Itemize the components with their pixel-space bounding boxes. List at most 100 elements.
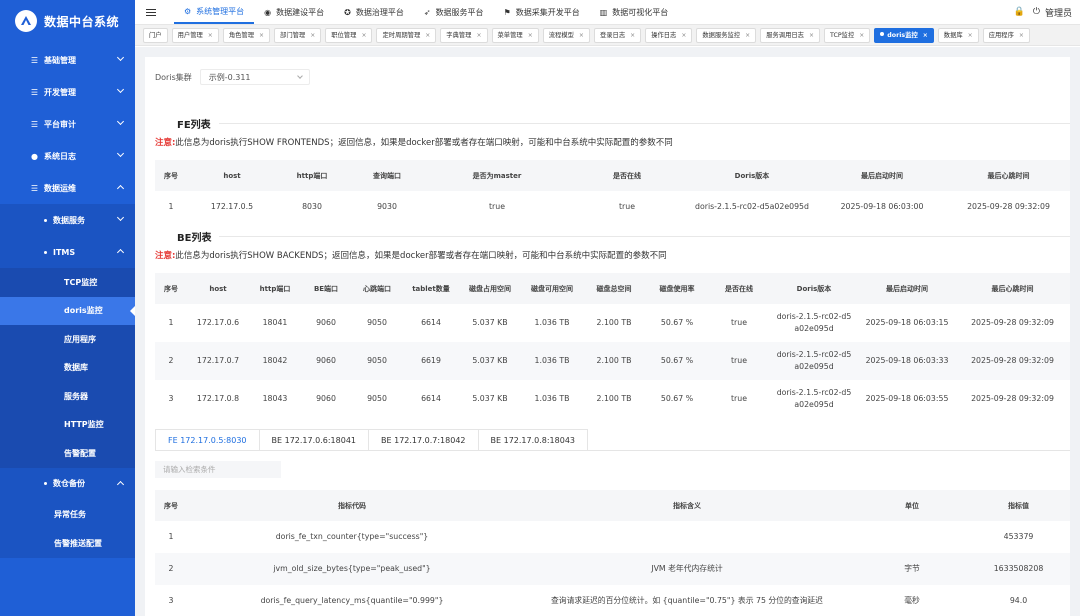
close-icon[interactable]: × xyxy=(476,32,481,39)
sidebar-item-label: 告警配置 xyxy=(64,448,96,458)
cluster-select[interactable]: 示例-0.311 xyxy=(199,69,310,85)
chart-icon: ▥ xyxy=(599,7,608,17)
node-tab[interactable]: FE 172.17.0.5:8030 xyxy=(155,429,260,451)
tag-item[interactable]: 部门管理 × xyxy=(274,28,322,43)
tag-item[interactable]: 服务调用日志 × xyxy=(760,28,820,43)
sidebar-item-label: 系统日志 xyxy=(44,151,76,161)
sidebar-item-database[interactable]: 数据库 xyxy=(0,353,135,382)
database-icon: ◉ xyxy=(264,7,272,17)
sidebar-item-data-service[interactable]: 数据服务 xyxy=(0,204,135,236)
sidebar-item-syslog[interactable]: ● 系统日志 xyxy=(0,140,135,172)
list-icon: ☰ xyxy=(30,87,39,97)
close-icon[interactable]: × xyxy=(208,32,213,39)
sidebar-item-doris-monitor[interactable]: doris监控 xyxy=(0,296,135,325)
close-icon[interactable]: × xyxy=(859,32,864,39)
tag-item[interactable]: 数据库 × xyxy=(937,28,979,43)
sidebar-item-alert-push[interactable]: 告警推送配置 xyxy=(0,528,135,558)
column-header: host xyxy=(187,273,249,304)
tag-item[interactable]: 字典管理 × xyxy=(440,28,488,43)
table-cell: 1.036 TB xyxy=(534,318,570,327)
column-header: 磁盘可用空间 xyxy=(521,273,583,304)
tag-item[interactable]: 菜单管理 × xyxy=(491,28,539,43)
user-name[interactable]: 管理员 xyxy=(1045,6,1072,19)
table-row: 1 172.17.0.5 8030 9030 true true doris-2.1.5-r… xyxy=(155,191,1070,222)
sidebar-item-itms[interactable]: ITMS xyxy=(0,236,135,268)
cluster-filter: Doris集群 示例-0.311 xyxy=(155,69,310,85)
close-icon[interactable]: × xyxy=(968,32,973,39)
sidebar-item-backup[interactable]: 数仓备份 xyxy=(0,467,135,500)
search-input[interactable] xyxy=(155,461,281,478)
tab-system-platform[interactable]: ⚙ 系统管理平台 xyxy=(174,0,255,24)
tag-item[interactable]: 用户管理 × xyxy=(171,28,219,43)
tag-item[interactable]: 应用程序 × xyxy=(982,28,1030,43)
sidebar-item-server[interactable]: 服务器 xyxy=(0,382,135,411)
node-tabs: FE 172.17.0.5:8030 BE 172.17.0.6:18041 BE … xyxy=(155,429,589,451)
close-icon[interactable]: × xyxy=(425,32,430,39)
tag-item[interactable]: 职位管理 × xyxy=(325,28,373,43)
sidebar-item-label: 数据服务 xyxy=(53,215,85,225)
sidebar-item-http-monitor[interactable]: HTTP监控 xyxy=(0,410,135,439)
table-cell: 2.100 TB xyxy=(596,318,632,327)
tag-item[interactable]: TCP监控 × xyxy=(824,28,871,43)
be-section-header: BE列表 xyxy=(155,229,1070,244)
close-icon[interactable]: × xyxy=(310,32,315,39)
lock-icon[interactable]: 🔒 xyxy=(1014,7,1025,17)
close-icon[interactable]: × xyxy=(745,32,750,39)
column-header: 最后启动时间 xyxy=(859,273,955,304)
tag-item[interactable]: 登录日志 × xyxy=(593,28,642,43)
close-icon[interactable]: × xyxy=(361,32,366,39)
sidebar-item-applications[interactable]: 应用程序 xyxy=(0,325,135,354)
tag-item[interactable]: 角色管理 × xyxy=(222,28,271,43)
close-icon[interactable]: × xyxy=(923,32,928,39)
table-header-row: 序号 host http端口 BE端口 心跳端口 tablet数量 磁盘占用空间 磁盘可用空间… xyxy=(155,273,1070,304)
close-icon[interactable]: × xyxy=(630,32,635,39)
info-icon: ● xyxy=(31,151,38,161)
tag-item[interactable]: 流程模型 × xyxy=(542,28,590,43)
tag-item[interactable]: 数据服务监控 × xyxy=(696,28,757,43)
table-cell: 18043 xyxy=(262,394,288,403)
column-header: Doris版本 xyxy=(769,273,859,304)
node-tab[interactable]: BE 172.17.0.6:18041 xyxy=(259,429,370,451)
column-header: 指标含义 xyxy=(517,490,857,521)
tag-item[interactable]: 门户 xyxy=(143,28,168,43)
node-tab[interactable]: BE 172.17.0.8:18043 xyxy=(478,429,589,451)
close-icon[interactable]: × xyxy=(259,32,264,39)
active-dot-icon xyxy=(880,32,885,36)
tags-view: 门户 用户管理 × 角色管理 × 部门管理 × 职位管理 × 定时周期管理 × 字典管理 × 菜单管理 × 流… xyxy=(135,24,1080,46)
sidebar-item-basic[interactable]: ☰ 基础管理 xyxy=(0,44,135,76)
tab-build-platform[interactable]: ◉ 数据建设平台 xyxy=(254,0,334,24)
metrics-table: 序号 指标代码 指标含义 单位 指标值 1 doris_fe_txn_counter{typ… xyxy=(155,490,1070,616)
close-icon[interactable]: × xyxy=(579,32,584,39)
sidebar-item-abnormal-tasks[interactable]: 异常任务 xyxy=(0,499,135,529)
tab-collect-platform[interactable]: ⚑ 数据采集开发平台 xyxy=(494,0,590,24)
sidebar-item-tcp-monitor[interactable]: TCP监控 xyxy=(0,268,135,297)
app-title: 数据中台系统 xyxy=(44,14,120,29)
tag-item[interactable]: 定时周期管理 × xyxy=(376,28,437,43)
close-icon[interactable]: × xyxy=(1019,32,1024,39)
menu-toggle-icon[interactable] xyxy=(146,7,156,18)
sidebar-item-dev[interactable]: ☰ 开发管理 xyxy=(0,76,135,108)
chevron-down-icon xyxy=(116,53,125,62)
tab-service-platform[interactable]: ➶ 数据服务平台 xyxy=(414,0,494,24)
tag-label: 操作日志 xyxy=(651,32,677,39)
column-header: 是否在线 xyxy=(709,273,769,304)
tag-label: 职位管理 xyxy=(331,32,357,39)
close-icon[interactable]: × xyxy=(681,32,686,39)
close-icon[interactable]: × xyxy=(809,32,814,39)
tag-item[interactable]: doris监控 × xyxy=(874,28,934,43)
tab-visual-platform[interactable]: ▥ 数据可视化平台 xyxy=(590,0,679,24)
tab-governance-platform[interactable]: ✪ 数据治理平台 xyxy=(334,0,414,24)
tag-label: 门户 xyxy=(149,32,162,39)
sidebar-item-audit[interactable]: ☰ 平台审计 xyxy=(0,108,135,140)
node-tab[interactable]: BE 172.17.0.7:18042 xyxy=(369,429,479,451)
sidebar-item-alert-config[interactable]: 告警配置 xyxy=(0,439,135,468)
tag-item[interactable]: 操作日志 × xyxy=(645,28,693,43)
list-icon: ☰ xyxy=(30,119,39,129)
chevron-up-icon xyxy=(116,184,125,193)
close-icon[interactable]: × xyxy=(528,32,533,39)
column-header: Doris版本 xyxy=(687,160,817,191)
power-icon[interactable]: ⏻ xyxy=(1033,7,1040,17)
table-cell: 8030 xyxy=(302,201,322,211)
sidebar-item-ops[interactable]: ☰ 数据运维 xyxy=(0,172,135,204)
table-cell: 50.67 % xyxy=(660,394,694,403)
